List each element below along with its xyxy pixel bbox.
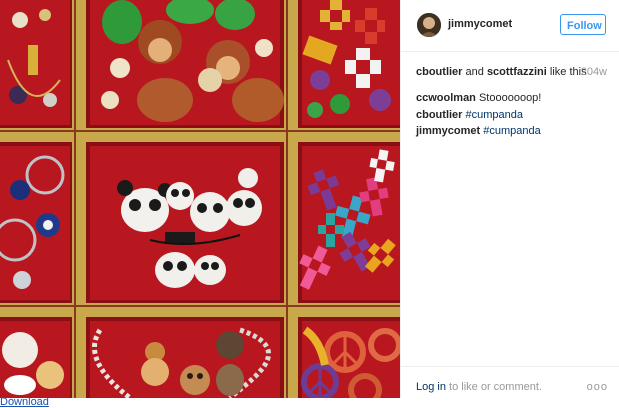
username-link[interactable]: jimmycomet bbox=[448, 18, 512, 30]
likes-line: cboutlier and scottfazzini like this bbox=[416, 66, 606, 78]
post-age[interactable]: 204w bbox=[581, 66, 607, 78]
more-options-icon[interactable]: ooo bbox=[587, 381, 608, 393]
comment-item: jimmycomet #cumpanda bbox=[416, 123, 611, 140]
comment-text: Stooooooop! bbox=[478, 92, 542, 104]
login-link[interactable]: Log in bbox=[416, 381, 446, 393]
hashtag-link[interactable]: #cumpanda bbox=[466, 109, 524, 121]
comment-item: ccwoolman Stooooooop! bbox=[416, 90, 611, 107]
follow-button[interactable]: Follow bbox=[560, 14, 606, 35]
post-footer: Log in to like or comment. ooo bbox=[401, 366, 619, 398]
comment-author[interactable]: ccwoolman bbox=[416, 92, 476, 104]
comment-author[interactable]: jimmycomet bbox=[416, 125, 480, 137]
comment-item: cboutlier #cumpanda bbox=[416, 107, 611, 124]
post-sidebar: jimmycomet Follow cboutlier and scottfaz… bbox=[400, 0, 619, 398]
liker-link[interactable]: cboutlier bbox=[416, 66, 462, 78]
likes-and: and bbox=[465, 66, 484, 78]
login-prompt: Log in to like or comment. bbox=[416, 381, 542, 393]
post-photo[interactable] bbox=[0, 0, 400, 398]
download-link[interactable]: Download bbox=[0, 396, 49, 408]
comment-author[interactable]: cboutlier bbox=[416, 109, 462, 121]
hashtag-link[interactable]: #cumpanda bbox=[483, 125, 541, 137]
comments-list: ccwoolman Stooooooop! cboutlier #cumpand… bbox=[416, 90, 611, 140]
avatar[interactable] bbox=[417, 13, 441, 37]
liker-link[interactable]: scottfazzini bbox=[487, 66, 547, 78]
login-suffix: to like or comment. bbox=[449, 381, 542, 393]
post-header: jimmycomet Follow bbox=[401, 0, 619, 52]
